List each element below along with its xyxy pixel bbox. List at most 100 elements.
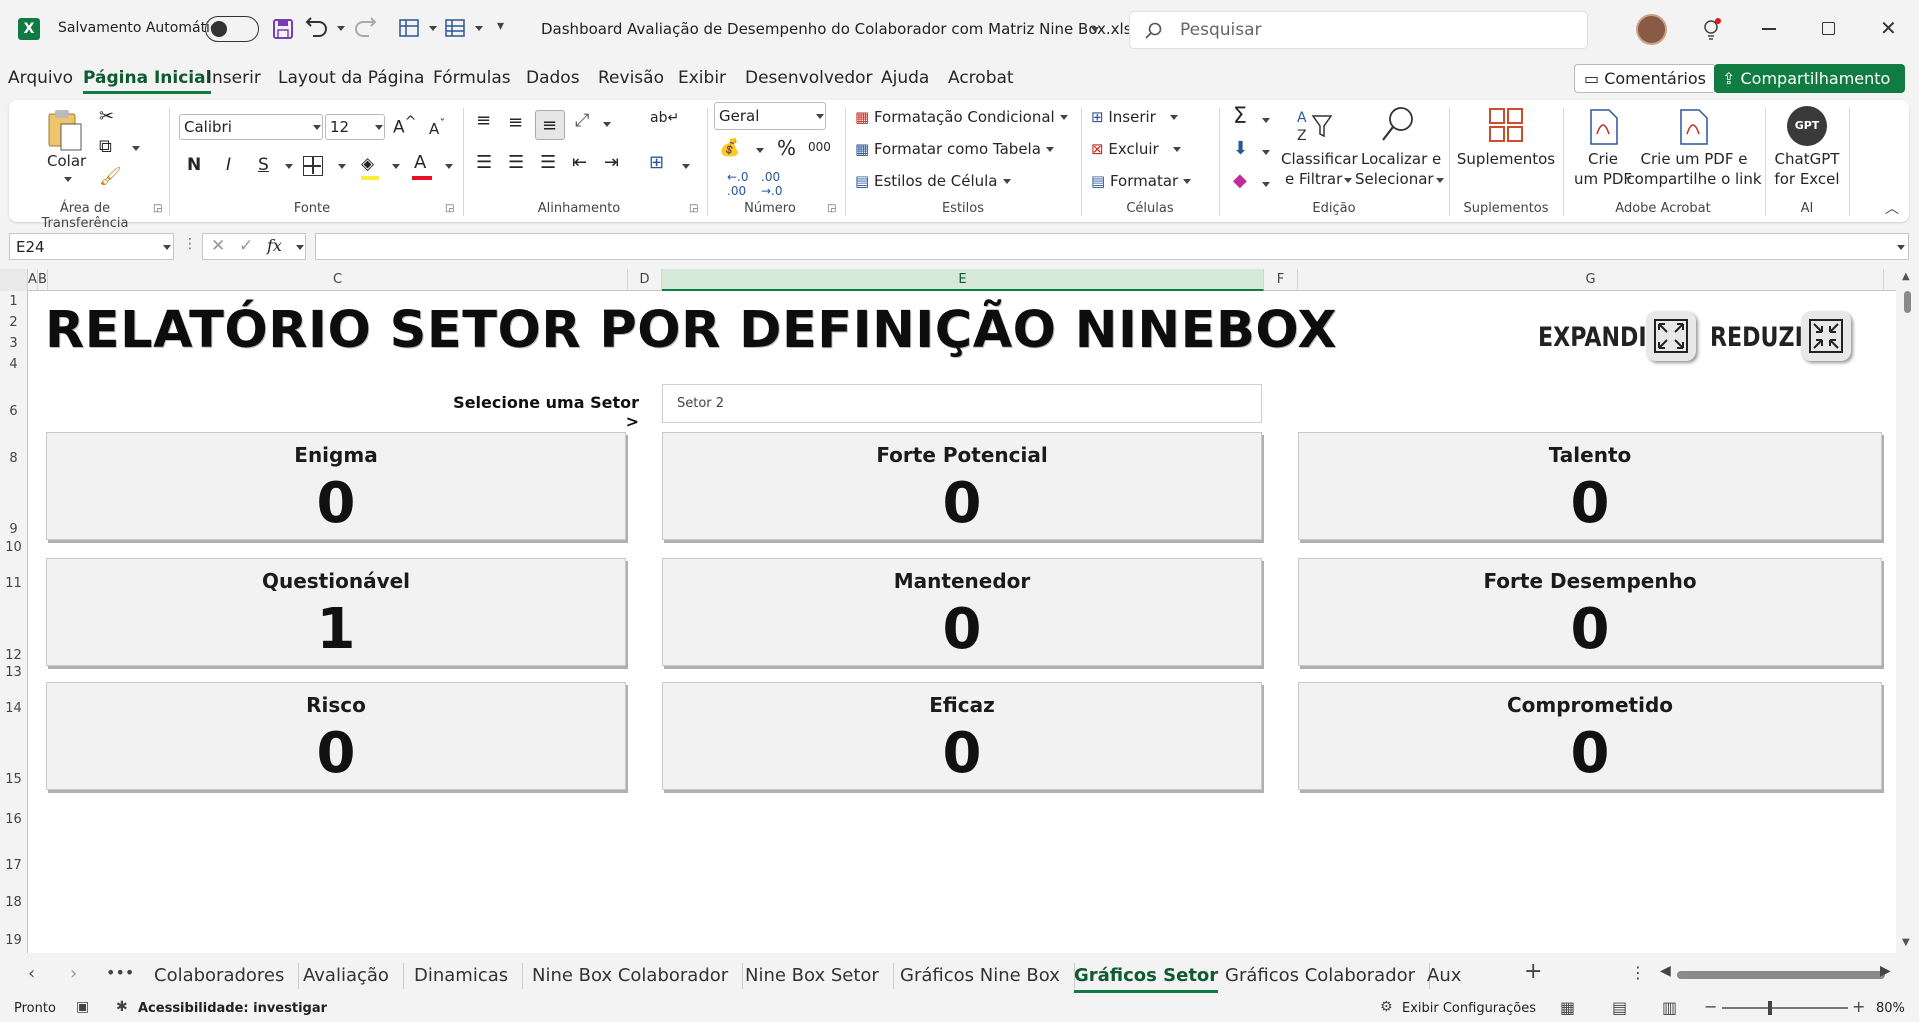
share-pdf-label-2[interactable]: compartilhe o link bbox=[1625, 170, 1763, 188]
delete-cells-button[interactable]: ⊠ Excluir bbox=[1091, 140, 1181, 158]
save-icon[interactable] bbox=[272, 18, 294, 40]
comments-button[interactable]: ▭ Comentários bbox=[1574, 64, 1716, 93]
chatgpt-icon[interactable]: GPT bbox=[1787, 106, 1827, 146]
menu-pagina-inicial[interactable]: Página Inicial bbox=[83, 68, 212, 94]
row-header[interactable]: 9 bbox=[0, 522, 27, 537]
cancel-entry-icon[interactable]: ✕ bbox=[211, 236, 225, 256]
decrease-font-icon[interactable]: Aˇ bbox=[429, 116, 446, 138]
more-sheets-icon[interactable]: ••• bbox=[106, 963, 134, 982]
find-select-icon[interactable] bbox=[1381, 104, 1417, 144]
form-icon[interactable] bbox=[398, 18, 422, 40]
accounting-dropdown-icon[interactable] bbox=[756, 148, 764, 153]
undo-icon[interactable] bbox=[305, 17, 329, 41]
format-painter-icon[interactable]: 🖌 bbox=[99, 166, 122, 187]
accessibility-status[interactable]: Acessibilidade: investigar bbox=[138, 1001, 327, 1016]
addins-label[interactable]: Suplementos bbox=[1454, 150, 1558, 168]
column-header-e[interactable]: E bbox=[662, 269, 1264, 291]
column-header-a[interactable]: A bbox=[28, 269, 38, 291]
sort-filter-icon[interactable]: AZ bbox=[1295, 106, 1335, 146]
row-header[interactable]: 6 bbox=[0, 404, 27, 419]
italic-button[interactable]: I bbox=[226, 155, 231, 175]
menu-formulas[interactable]: Fórmulas bbox=[433, 68, 511, 88]
row-header[interactable]: 10 bbox=[0, 540, 27, 555]
merge-center-icon[interactable]: ⊞ bbox=[649, 152, 664, 173]
formula-input[interactable] bbox=[315, 233, 1909, 260]
increase-font-icon[interactable]: A^ bbox=[393, 114, 417, 138]
orientation-dropdown-icon[interactable] bbox=[603, 122, 611, 127]
zoom-slider[interactable] bbox=[1722, 1007, 1848, 1009]
align-left-icon[interactable]: ☰ bbox=[476, 152, 492, 173]
expand-button[interactable] bbox=[1646, 311, 1696, 361]
create-pdf-icon[interactable] bbox=[1589, 108, 1619, 146]
font-launcher-icon[interactable]: ◲ bbox=[445, 203, 454, 214]
tab-options-icon[interactable]: ⋮ bbox=[1630, 963, 1646, 982]
accounting-format-icon[interactable]: 💰 bbox=[719, 138, 740, 158]
copy-dropdown-icon[interactable] bbox=[132, 146, 140, 151]
macro-record-icon[interactable]: ▣ bbox=[76, 999, 89, 1015]
fill-color-icon[interactable]: ◈ bbox=[361, 154, 374, 174]
row-header[interactable]: 11 bbox=[0, 576, 27, 591]
align-middle-icon[interactable]: ≡ bbox=[508, 112, 523, 133]
align-bottom-button[interactable]: ≡ bbox=[535, 110, 565, 140]
tab-graficos-setor[interactable]: Gráficos Setor bbox=[1060, 963, 1232, 993]
row-header[interactable]: 2 bbox=[0, 315, 27, 330]
title-chevron-down-icon[interactable] bbox=[1091, 27, 1099, 32]
menu-ajuda[interactable]: Ajuda bbox=[881, 68, 929, 88]
wrap-text-icon[interactable]: ab↵ bbox=[650, 110, 679, 126]
autosum-dropdown-icon[interactable] bbox=[1262, 118, 1270, 123]
fill-icon[interactable]: ⬇ bbox=[1233, 138, 1248, 159]
table-icon[interactable] bbox=[444, 18, 468, 40]
row-header[interactable]: 1 bbox=[0, 294, 27, 309]
chatgpt-label-2[interactable]: for Excel bbox=[1771, 170, 1843, 188]
column-header-d[interactable]: D bbox=[628, 269, 662, 291]
font-size-select[interactable]: 12 bbox=[325, 114, 385, 140]
collapse-ribbon-icon[interactable]: ︿ bbox=[1885, 198, 1899, 218]
expand-formula-icon[interactable] bbox=[1897, 245, 1905, 250]
increase-decimal-icon[interactable]: ←.0.00 bbox=[727, 170, 749, 198]
cell-styles-button[interactable]: ▤ Estilos de Célula bbox=[855, 172, 1011, 190]
scroll-left-icon[interactable]: ◀ bbox=[1660, 963, 1671, 979]
row-header[interactable]: 19 bbox=[0, 933, 27, 948]
row-header[interactable]: 14 bbox=[0, 701, 27, 716]
insert-cells-button[interactable]: ⊞ Inserir bbox=[1091, 108, 1178, 126]
format-as-table-button[interactable]: ▦ Formatar como Tabela bbox=[855, 140, 1054, 158]
increase-indent-icon[interactable]: ⇥ bbox=[604, 152, 619, 173]
fx-dropdown-icon[interactable] bbox=[296, 245, 304, 250]
merge-dropdown-icon[interactable] bbox=[682, 164, 690, 169]
tab-avaliacao[interactable]: Avaliação bbox=[289, 963, 404, 989]
more-options-icon[interactable]: ⋮ bbox=[183, 236, 197, 252]
restore-icon[interactable] bbox=[1822, 22, 1835, 35]
fill-color-dropdown-icon[interactable] bbox=[392, 164, 400, 169]
autosum-icon[interactable]: Σ bbox=[1233, 104, 1247, 129]
borders-dropdown-icon[interactable] bbox=[338, 164, 346, 169]
table-dropdown-icon[interactable] bbox=[475, 26, 483, 31]
row-header[interactable]: 3 bbox=[0, 336, 27, 351]
row-header[interactable]: 8 bbox=[0, 451, 27, 466]
reduce-button[interactable] bbox=[1801, 311, 1851, 361]
column-header-c[interactable]: C bbox=[48, 269, 628, 291]
insert-function-icon[interactable]: fx bbox=[267, 236, 282, 255]
tab-graficos-nine-box[interactable]: Gráficos Nine Box bbox=[886, 963, 1075, 989]
align-center-icon[interactable]: ☰ bbox=[508, 152, 524, 173]
normal-view-icon[interactable]: ▦ bbox=[1560, 998, 1575, 1017]
menu-dados[interactable]: Dados bbox=[526, 68, 580, 88]
previous-sheet-icon[interactable]: ‹ bbox=[28, 963, 35, 984]
find-select-label-2[interactable]: Selecionar bbox=[1355, 170, 1434, 188]
menu-acrobat[interactable]: Acrobat bbox=[948, 68, 1014, 88]
clear-icon[interactable]: ◆ bbox=[1233, 170, 1247, 191]
row-header[interactable]: 16 bbox=[0, 812, 27, 827]
zoom-in-icon[interactable]: + bbox=[1852, 997, 1865, 1016]
clipboard-launcher-icon[interactable]: ◲ bbox=[153, 203, 162, 214]
tab-colaboradores[interactable]: Colaboradores bbox=[140, 963, 300, 989]
display-settings-button[interactable]: Exibir Configurações bbox=[1402, 1001, 1536, 1016]
number-format-select[interactable]: Geral bbox=[714, 102, 826, 130]
menu-revisao[interactable]: Revisão bbox=[598, 68, 664, 88]
tab-nine-box-colaborador[interactable]: Nine Box Colaborador bbox=[518, 963, 744, 989]
menu-arquivo[interactable]: Arquivo bbox=[8, 68, 73, 88]
sort-filter-dropdown-icon[interactable] bbox=[1344, 178, 1352, 183]
align-top-icon[interactable]: ≡ bbox=[476, 110, 491, 131]
column-header-b[interactable]: B bbox=[38, 269, 48, 291]
bold-button[interactable]: N bbox=[187, 155, 201, 175]
font-color-dropdown-icon[interactable] bbox=[445, 164, 453, 169]
zoom-slider-thumb[interactable] bbox=[1768, 1001, 1772, 1015]
